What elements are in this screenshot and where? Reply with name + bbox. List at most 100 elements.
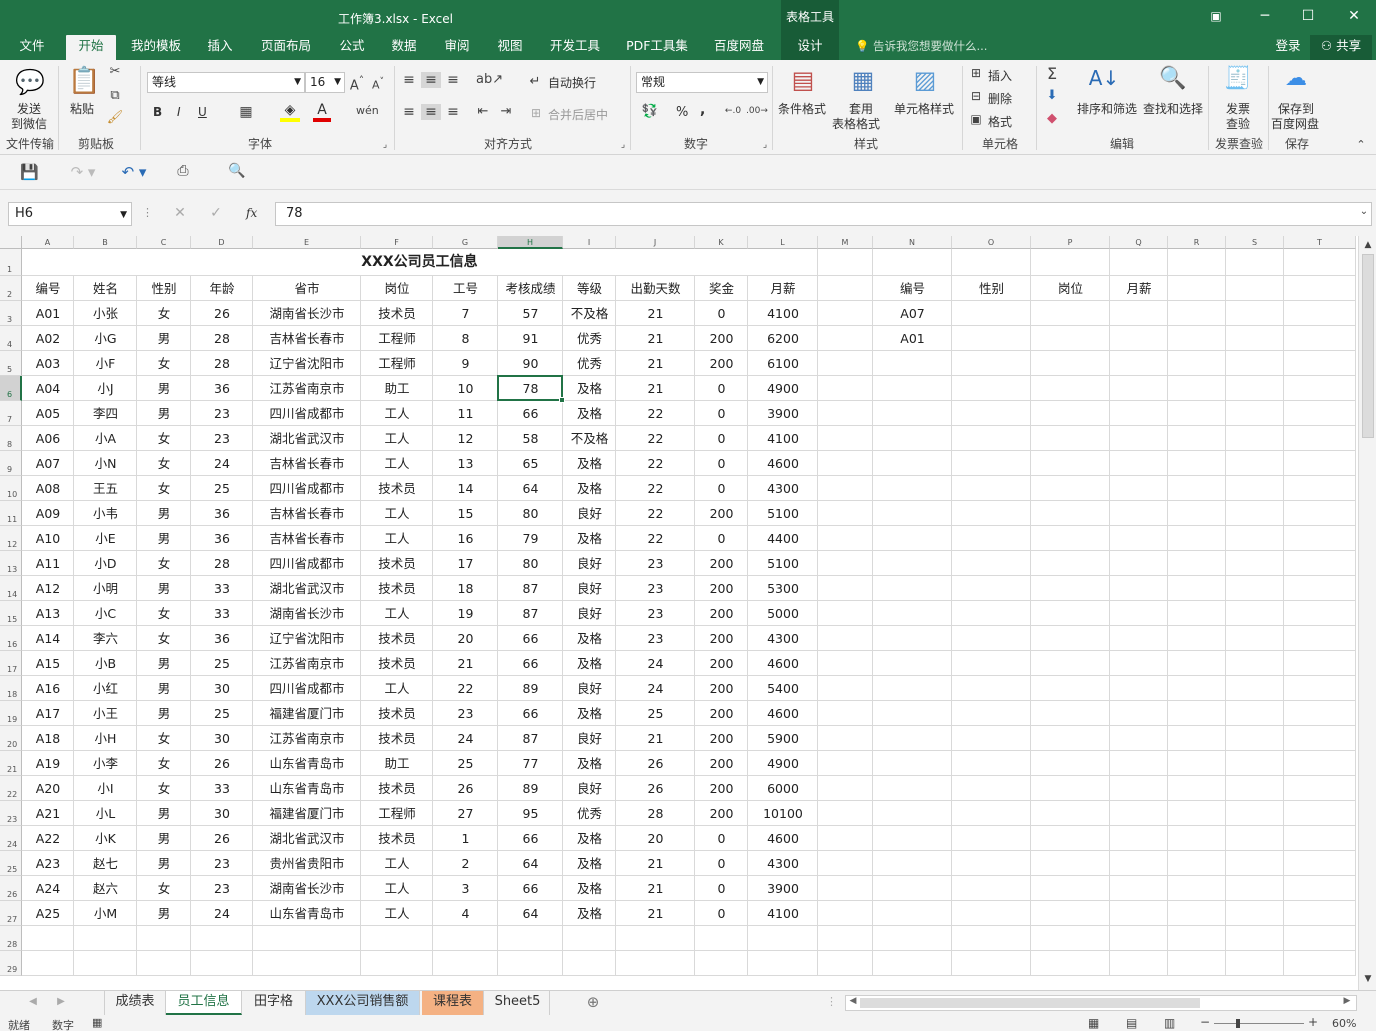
table-cell[interactable]: 5100: [748, 501, 818, 526]
table-header-cell[interactable]: 工号: [433, 276, 498, 301]
table-cell[interactable]: 四川省成都市: [253, 551, 361, 576]
table-header-cell[interactable]: 月薪: [748, 276, 818, 301]
table-cell[interactable]: A20: [22, 776, 74, 801]
decrease-indent-icon[interactable]: ⇤: [474, 104, 492, 119]
table-cell[interactable]: 13: [433, 451, 498, 476]
table-header-cell[interactable]: 考核成绩: [498, 276, 563, 301]
table-cell[interactable]: 0: [695, 876, 748, 901]
scroll-thumb[interactable]: [1362, 254, 1374, 438]
table-cell[interactable]: 200: [695, 326, 748, 351]
row-header-12[interactable]: 12: [0, 526, 22, 551]
table-cell[interactable]: 22: [616, 451, 695, 476]
table-cell[interactable]: 良好: [563, 676, 616, 701]
table-cell[interactable]: 福建省厦门市: [253, 801, 361, 826]
insert-cells-button[interactable]: 插入: [988, 67, 1012, 84]
table-cell[interactable]: 25: [433, 751, 498, 776]
table-cell[interactable]: 及格: [563, 401, 616, 426]
table-header-cell[interactable]: 出勤天数: [616, 276, 695, 301]
table-cell[interactable]: 4600: [748, 826, 818, 851]
table-cell[interactable]: 女: [137, 776, 191, 801]
scroll-up-icon[interactable]: ▲: [1362, 240, 1374, 250]
horizontal-scrollbar[interactable]: ◀ ▶: [845, 995, 1357, 1011]
table-cell[interactable]: 4900: [748, 376, 818, 401]
orientation-icon[interactable]: ab↗: [476, 72, 503, 87]
tab-page-layout[interactable]: 页面布局: [252, 35, 320, 60]
table-cell[interactable]: 男: [137, 526, 191, 551]
column-header-c[interactable]: C: [137, 236, 191, 249]
table-cell[interactable]: 技术员: [361, 476, 433, 501]
table-cell[interactable]: 10100: [748, 801, 818, 826]
row-header-20[interactable]: 20: [0, 726, 22, 751]
table-cell[interactable]: 5300: [748, 576, 818, 601]
font-color-icon[interactable]: A: [313, 102, 331, 122]
table-cell[interactable]: 87: [498, 601, 563, 626]
table-cell[interactable]: 男: [137, 401, 191, 426]
table-cell[interactable]: 及格: [563, 876, 616, 901]
table-cell[interactable]: 4600: [748, 451, 818, 476]
table-cell[interactable]: 助工: [361, 376, 433, 401]
table-cell[interactable]: 山东省青岛市: [253, 751, 361, 776]
table-cell[interactable]: 及格: [563, 526, 616, 551]
table-cell[interactable]: 21: [616, 901, 695, 926]
table-cell[interactable]: 江苏省南京市: [253, 726, 361, 751]
table-cell[interactable]: A15: [22, 651, 74, 676]
table-cell[interactable]: 17: [433, 551, 498, 576]
table-cell[interactable]: 6000: [748, 776, 818, 801]
table-cell[interactable]: A18: [22, 726, 74, 751]
minimize-button[interactable]: ─: [1253, 6, 1277, 26]
align-right-icon[interactable]: ≡: [444, 104, 462, 120]
table-cell[interactable]: A17: [22, 701, 74, 726]
table-cell[interactable]: 4600: [748, 701, 818, 726]
row-header-5[interactable]: 5: [0, 351, 22, 376]
table-cell[interactable]: 吉林省长春市: [253, 526, 361, 551]
table-cell[interactable]: 0: [695, 901, 748, 926]
table-cell[interactable]: 4300: [748, 851, 818, 876]
table-cell[interactable]: 66: [498, 826, 563, 851]
wrap-text-button[interactable]: 自动换行: [548, 74, 596, 91]
sheet-tab-schedule[interactable]: 课程表: [422, 991, 484, 1015]
table-cell[interactable]: 30: [191, 726, 253, 751]
lookup-header-cell[interactable]: 性别: [952, 276, 1031, 301]
column-header-e[interactable]: E: [253, 236, 361, 249]
table-cell[interactable]: 湖南省长沙市: [253, 301, 361, 326]
table-cell[interactable]: 4100: [748, 426, 818, 451]
table-cell[interactable]: 小D: [74, 551, 137, 576]
login-link[interactable]: 登录: [1268, 35, 1308, 60]
table-cell[interactable]: 58: [498, 426, 563, 451]
table-cell[interactable]: A21: [22, 801, 74, 826]
table-cell[interactable]: 及格: [563, 901, 616, 926]
table-cell[interactable]: 工人: [361, 501, 433, 526]
table-header-cell[interactable]: 编号: [22, 276, 74, 301]
row-header-13[interactable]: 13: [0, 551, 22, 576]
table-cell[interactable]: A25: [22, 901, 74, 926]
table-cell[interactable]: 3900: [748, 401, 818, 426]
table-cell[interactable]: 25: [191, 701, 253, 726]
table-cell[interactable]: 0: [695, 826, 748, 851]
table-cell[interactable]: 64: [498, 476, 563, 501]
table-cell[interactable]: 22: [616, 476, 695, 501]
invoice-icon[interactable]: 🧾: [1222, 66, 1254, 98]
row-header-28[interactable]: 28: [0, 926, 22, 951]
table-cell[interactable]: 4300: [748, 476, 818, 501]
table-cell[interactable]: 64: [498, 851, 563, 876]
table-cell[interactable]: 200: [695, 801, 748, 826]
table-cell[interactable]: 21: [616, 376, 695, 401]
conditional-format-button[interactable]: 条件格式: [778, 100, 826, 117]
table-cell[interactable]: 64: [498, 901, 563, 926]
row-header-17[interactable]: 17: [0, 651, 22, 676]
table-cell[interactable]: 22: [616, 426, 695, 451]
tab-data[interactable]: 数据: [382, 35, 426, 60]
column-header-o[interactable]: O: [952, 236, 1031, 249]
sort-filter-icon[interactable]: A↓: [1088, 66, 1120, 98]
table-cell[interactable]: 女: [137, 426, 191, 451]
formula-input[interactable]: 78: [275, 202, 1372, 226]
table-cell[interactable]: 湖南省长沙市: [253, 876, 361, 901]
table-cell[interactable]: 10: [433, 376, 498, 401]
table-cell[interactable]: 及格: [563, 376, 616, 401]
column-header-k[interactable]: K: [695, 236, 748, 249]
table-cell[interactable]: 200: [695, 701, 748, 726]
zoom-in-icon[interactable]: +: [1308, 1015, 1318, 1029]
sheet-tab-sales[interactable]: XXX公司销售额: [306, 991, 420, 1015]
table-cell[interactable]: 0: [695, 426, 748, 451]
name-box[interactable]: H6 ▼: [8, 202, 132, 226]
